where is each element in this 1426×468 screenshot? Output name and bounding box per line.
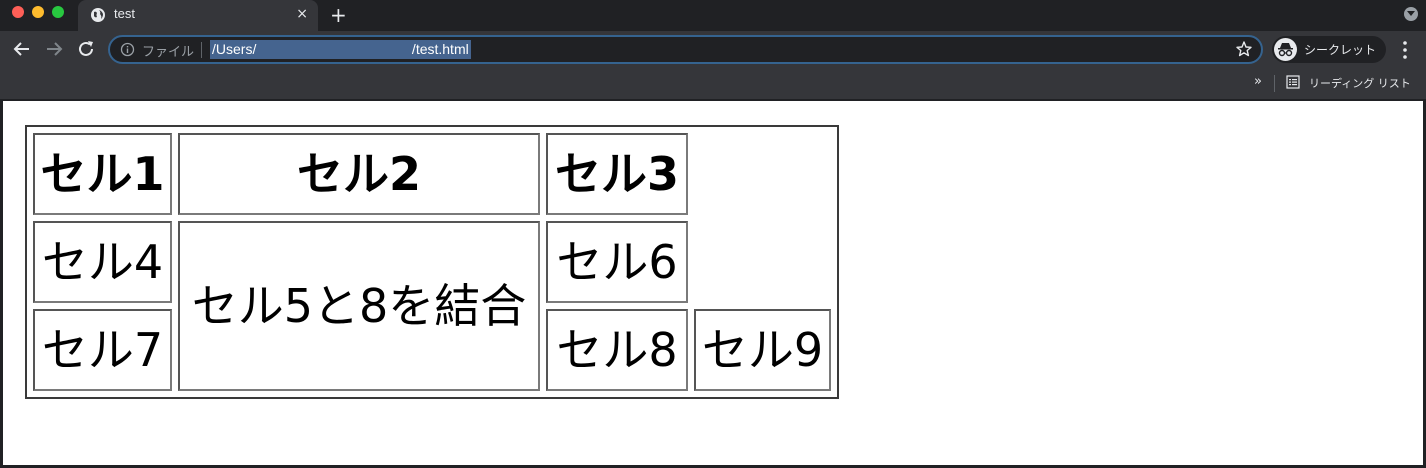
table-row: セル4 セル5と8を結合 セル6 [33,221,831,391]
table-cell: セル4 [33,221,172,303]
toolbar: ファイル /Users/ /test.html シークレット [0,31,1426,68]
table-cell: セル9 [694,309,831,391]
table-row: セル1 セル2 セル3 [33,133,831,215]
table-cell: セル7 [33,309,172,391]
bookmarks-bar: » リーディング リスト [0,68,1426,99]
star-icon[interactable] [1235,40,1253,58]
tab-title: test [114,6,135,21]
address-bar[interactable]: ファイル /Users/ /test.html [108,35,1263,64]
table-merged-cell: セル5と8を結合 [178,221,540,391]
forward-arrow-icon[interactable] [43,38,65,60]
table-header-cell: セル2 [178,133,540,215]
back-arrow-icon[interactable] [11,38,33,60]
tab-test[interactable]: test × [78,0,318,31]
scheme-label: ファイル [142,45,195,60]
incognito-label: シークレット [1304,43,1377,57]
table-cell: セル8 [546,309,688,391]
close-icon[interactable]: × [296,6,308,22]
url-text[interactable]: /Users/ /test.html [210,40,471,59]
kebab-menu-icon[interactable] [1400,40,1410,60]
incognito-profile-button[interactable]: シークレット [1272,36,1386,63]
plus-icon[interactable]: + [330,4,347,26]
minimize-window-button[interactable] [32,6,44,18]
browser-window: test × + ファイル /Users/ /test.html シークレット … [0,0,1426,468]
reload-icon[interactable] [75,38,97,60]
table-header-cell: セル1 [33,133,172,215]
globe-icon [91,8,105,22]
bookmarks-overflow-button[interactable]: » [1254,74,1262,89]
incognito-icon [1274,38,1297,61]
tab-strip: test × + [0,0,1426,31]
bookmarks-divider [1274,75,1275,92]
reading-list-icon[interactable] [1286,75,1300,89]
tab-search-icon[interactable] [1404,7,1418,21]
scheme-divider [201,42,202,58]
info-icon[interactable] [120,42,135,57]
page-content: セル1 セル2 セル3 セル4 セル5と8を結合 セル6 セル7 セル8 セル9 [3,101,1423,465]
reading-list-label[interactable]: リーディング リスト [1309,75,1411,91]
merged-cell-table: セル1 セル2 セル3 セル4 セル5と8を結合 セル6 セル7 セル8 セル9 [25,125,839,399]
table-header-cell: セル3 [546,133,688,215]
table-cell: セル6 [546,221,688,303]
zoom-window-button[interactable] [52,6,64,18]
close-window-button[interactable] [12,6,24,18]
